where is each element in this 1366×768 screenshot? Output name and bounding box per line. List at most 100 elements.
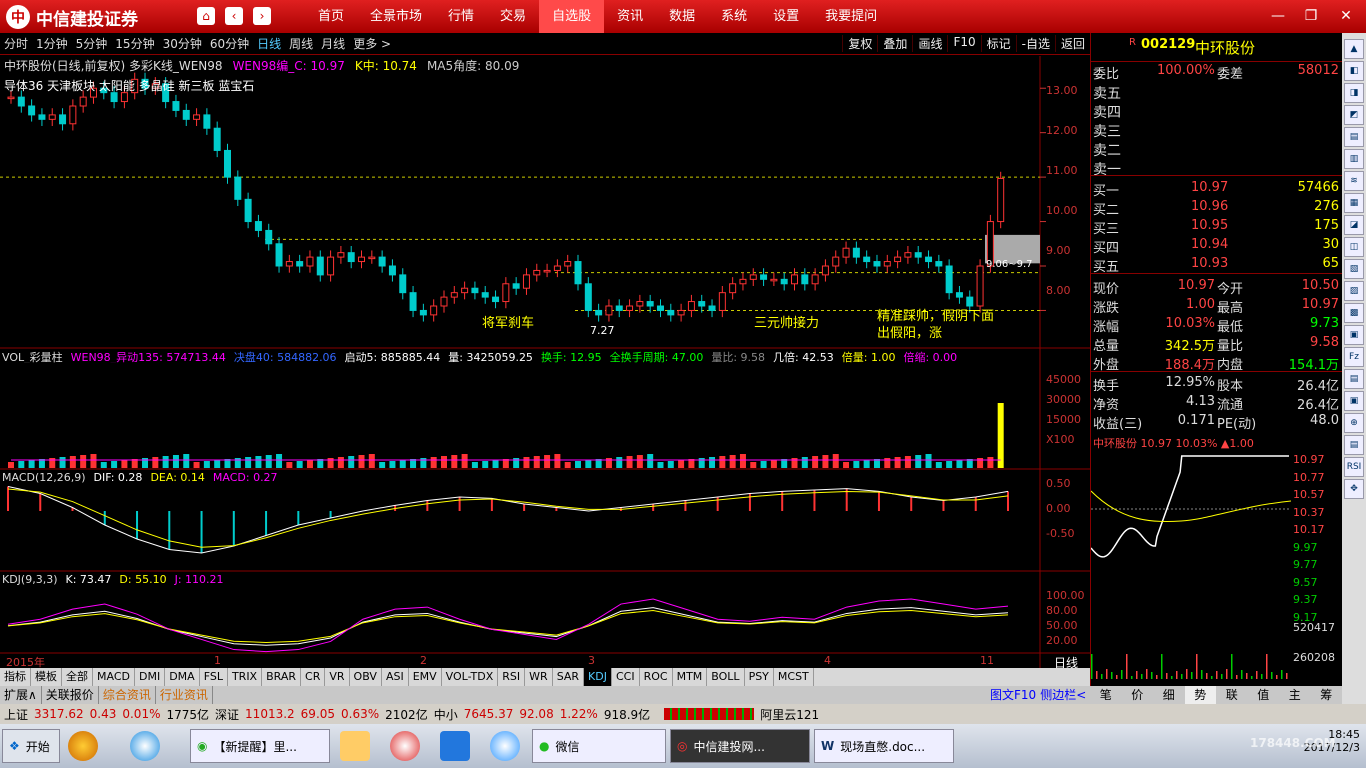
ie-icon[interactable] [130,731,160,761]
side-tool-icon-13[interactable]: ▣ [1344,325,1364,345]
right-tab-7[interactable]: 筹 [1311,686,1343,704]
indicator-tab-16[interactable]: WR [525,668,553,686]
indicator-tab-6[interactable]: FSL [200,668,228,686]
menu-item-1[interactable]: 全景市场 [357,0,435,33]
back-icon[interactable]: ‹ [225,7,243,25]
indicator-tab-12[interactable]: ASI [382,668,409,686]
side-tool-icon-7[interactable]: ▦ [1344,193,1364,213]
menu-item-6[interactable]: 数据 [656,0,708,33]
indicator-tab-7[interactable]: TRIX [228,668,263,686]
menu-item-4[interactable]: 自选股 [539,0,605,33]
minimize-icon[interactable]: — [1265,6,1291,26]
period-tab-0[interactable]: 分时 [0,35,32,52]
side-tool-icon-17[interactable]: ⊕ [1344,413,1364,433]
period-tab-1[interactable]: 1分钟 [32,35,72,52]
side-tool-icon-2[interactable]: ◨ [1344,83,1364,103]
right-tab-5[interactable]: 值 [1248,686,1280,704]
restore-icon[interactable]: ❐ [1298,6,1324,26]
bottom-tab-0[interactable]: 扩展∧ [0,686,42,704]
side-tool-icon-15[interactable]: ▤ [1344,369,1364,389]
bottom-right-link-0[interactable]: 图文F10 [990,686,1036,704]
menu-item-2[interactable]: 行情 [435,0,487,33]
app-icon[interactable] [68,731,98,761]
bottom-tab-2[interactable]: 综合资讯 [99,686,156,704]
qq-browser-icon[interactable] [490,731,520,761]
indicator-tab-21[interactable]: MTM [673,668,708,686]
tool-button-3[interactable]: F10 [947,35,980,52]
tool-button-1[interactable]: 叠加 [877,35,912,52]
menu-item-0[interactable]: 首页 [305,0,357,33]
folder-icon[interactable] [340,731,370,761]
bottom-tab-1[interactable]: 关联报价 [42,686,99,704]
period-tab-2[interactable]: 5分钟 [72,35,112,52]
period-tab-8[interactable]: 月线 [317,35,349,52]
right-tab-3[interactable]: 势 [1184,686,1216,704]
side-tool-icon-12[interactable]: ▩ [1344,303,1364,323]
menu-item-7[interactable]: 系统 [708,0,760,33]
tool-button-6[interactable]: 返回 [1054,35,1090,52]
period-tab-7[interactable]: 周线 [285,35,317,52]
tool-button-5[interactable]: -自选 [1015,35,1055,52]
indicator-tab-5[interactable]: DMA [165,668,200,686]
arrow-app-icon[interactable] [440,731,470,761]
side-tool-icon-4[interactable]: ▤ [1344,127,1364,147]
right-tab-4[interactable]: 联 [1216,686,1248,704]
tool-button-2[interactable]: 画线 [912,35,947,52]
indicator-tab-22[interactable]: BOLL [707,668,745,686]
indicator-tab-2[interactable]: 全部 [62,668,93,686]
task-browser[interactable]: ◉ 【新提醒】里... [190,729,330,763]
side-tool-icon-1[interactable]: ◧ [1344,61,1364,81]
forward-icon[interactable]: › [253,7,271,25]
right-tab-2[interactable]: 细 [1153,686,1185,704]
close-icon[interactable]: ✕ [1333,6,1359,26]
right-tab-0[interactable]: 笔 [1090,686,1122,704]
side-tool-icon-0[interactable]: ▲ [1344,39,1364,59]
indicator-tab-20[interactable]: ROC [640,668,673,686]
kline-chart[interactable] [0,56,1090,686]
side-tool-icon-5[interactable]: ▥ [1344,149,1364,169]
indicator-tab-17[interactable]: SAR [553,668,585,686]
side-tool-icon-9[interactable]: ◫ [1344,237,1364,257]
side-tool-icon-6[interactable]: ≋ [1344,171,1364,191]
menu-item-3[interactable]: 交易 [487,0,539,33]
period-tab-9[interactable]: 更多 > [349,35,395,52]
period-tab-5[interactable]: 60分钟 [206,35,253,52]
side-tool-icon-18[interactable]: ▤ [1344,435,1364,455]
indicator-tab-10[interactable]: VR [325,668,350,686]
indicator-tab-9[interactable]: CR [301,668,326,686]
period-tab-4[interactable]: 30分钟 [159,35,206,52]
indicator-tab-23[interactable]: PSY [745,668,774,686]
indicator-tab-15[interactable]: RSI [498,668,526,686]
side-tool-icon-14[interactable]: Fz [1344,347,1364,367]
task-wechat[interactable]: ● 微信 [532,729,666,763]
indicator-tab-11[interactable]: OBV [350,668,382,686]
indicator-tab-0[interactable]: 指标 [0,668,31,686]
home-icon[interactable]: ⌂ [197,7,215,25]
indicator-tab-18[interactable]: KDJ [584,668,612,686]
menu-item-5[interactable]: 资讯 [604,0,656,33]
side-tool-icon-11[interactable]: ▨ [1344,281,1364,301]
side-tool-icon-10[interactable]: ▧ [1344,259,1364,279]
side-tool-icon-19[interactable]: RSI [1344,457,1364,477]
side-tool-icon-20[interactable]: ✥ [1344,479,1364,499]
indicator-tab-24[interactable]: MCST [774,668,814,686]
tool-button-0[interactable]: 复权 [842,35,877,52]
indicator-tab-14[interactable]: VOL-TDX [442,668,499,686]
task-word[interactable]: W 现场直憋.doc... [814,729,954,763]
indicator-tab-19[interactable]: CCI [612,668,640,686]
right-tab-6[interactable]: 主 [1279,686,1311,704]
side-tool-icon-8[interactable]: ◪ [1344,215,1364,235]
player-icon[interactable] [390,731,420,761]
period-tab-6[interactable]: 日线 [253,35,285,52]
right-tab-1[interactable]: 价 [1122,686,1154,704]
menu-item-9[interactable]: 我要提问 [812,0,890,33]
period-tab-3[interactable]: 15分钟 [111,35,158,52]
start-button[interactable]: ❖ 开始 [2,729,60,763]
indicator-tab-4[interactable]: DMI [135,668,166,686]
task-zxjt[interactable]: ◎ 中信建投网... [670,729,810,763]
bottom-right-link-1[interactable]: 侧边栏< [1040,686,1086,704]
indicator-tab-13[interactable]: EMV [409,668,442,686]
bottom-tab-3[interactable]: 行业资讯 [156,686,213,704]
indicator-tab-8[interactable]: BRAR [262,668,302,686]
tool-button-4[interactable]: 标记 [980,35,1016,52]
